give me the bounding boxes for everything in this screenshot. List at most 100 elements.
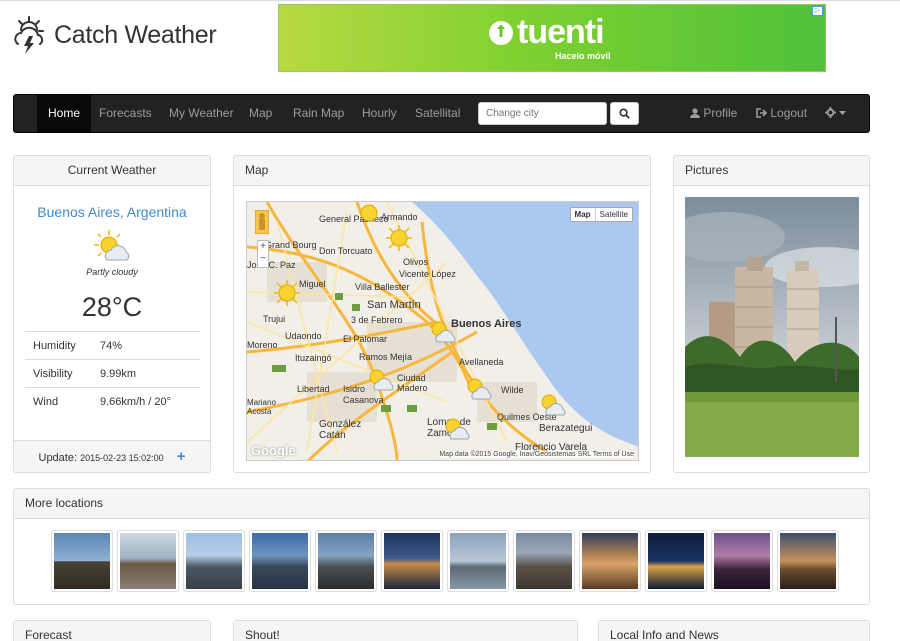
map-place-label: El Palomar (343, 334, 388, 344)
location-thumbnail[interactable] (249, 530, 311, 592)
nav-profile-label: Profile (703, 106, 738, 120)
map-place-label: 3 de Febrero (351, 315, 403, 325)
partly-cloudy-marker-icon[interactable] (537, 390, 569, 418)
google-logo: Google (251, 443, 296, 458)
temperature: 28°C (81, 292, 143, 322)
add-location-icon[interactable]: + (177, 448, 186, 465)
visibility-value: 9.99km (100, 359, 200, 388)
wind-value: 9.66km/h / 20° (100, 387, 200, 416)
forecast-title: Forecast (14, 621, 210, 641)
tuenti-icon: ꝉ (489, 20, 513, 45)
ad-banner[interactable]: ▷ ꝉ tuenti Hacelo móvil (278, 4, 826, 72)
map-place-label: Udaondo (285, 331, 322, 341)
caret-down-icon (839, 111, 847, 115)
map-place-label: Villa Ballester (355, 282, 410, 292)
table-row: Wind 9.66km/h / 20° (25, 387, 200, 416)
update-footer: Update: 2015-02-23 15:02:00 + (14, 440, 210, 472)
zoom-in-button[interactable]: + (258, 241, 268, 253)
humidity-value: 74% (100, 331, 200, 360)
local-info-title: Local Info and News (599, 621, 869, 641)
city-link[interactable]: Buenos Aires, Argentina (14, 204, 210, 220)
update-label: Update: (38, 452, 78, 464)
ad-logo: ꝉ tuenti (489, 13, 605, 52)
map-place-label: José C. Paz (247, 260, 296, 270)
location-thumbnail[interactable] (447, 530, 509, 592)
map-type-control: Map Satellite (569, 207, 633, 222)
main-navbar: Home Forecasts My Weather Map Rain Map H… (13, 94, 870, 133)
user-icon (690, 108, 700, 118)
location-thumbnail[interactable] (711, 530, 773, 592)
map-place-label: Armando (381, 212, 418, 222)
map-place-label: Moreno (247, 340, 278, 350)
local-info-panel: Local Info and News (598, 620, 870, 641)
nav-map[interactable]: Map (238, 95, 283, 132)
nav-home[interactable]: Home (37, 95, 92, 132)
nav-logout[interactable]: Logout (756, 95, 807, 132)
map-city-label: Buenos Aires (451, 318, 522, 330)
location-thumbnail[interactable] (381, 530, 443, 592)
logo-text: Catch Weather (54, 20, 217, 49)
map-place-label: San Martín (367, 299, 421, 311)
city-photo[interactable] (685, 197, 859, 457)
location-thumbnail[interactable] (513, 530, 575, 592)
city-search-input[interactable] (478, 102, 607, 125)
nav-my-weather[interactable]: My Weather (158, 95, 244, 132)
partly-cloudy-marker-icon[interactable] (441, 414, 473, 442)
partly-cloudy-marker-icon[interactable] (365, 365, 397, 393)
partly-cloudy-icon (94, 230, 130, 261)
location-thumbnail[interactable] (51, 530, 113, 592)
gear-icon (825, 107, 836, 118)
logout-icon (756, 108, 768, 118)
shout-panel: Shout! (233, 620, 578, 641)
map-title: Map (234, 156, 650, 186)
ad-choices-icon[interactable]: ▷ (812, 6, 823, 16)
nav-profile[interactable]: Profile (690, 95, 737, 132)
current-weather-panel: Current Weather Buenos Aires, Argentina … (13, 155, 211, 473)
nav-rain-map[interactable]: Rain Map (282, 95, 355, 132)
nav-forecasts[interactable]: Forecasts (88, 95, 163, 132)
location-thumbnail[interactable] (579, 530, 641, 592)
map-place-label: Grand Bourg (265, 240, 317, 250)
nav-logout-label: Logout (770, 106, 808, 120)
weather-details-table: Humidity 74% Visibility 9.99km Wind 9.66… (25, 331, 200, 416)
map-panel: Map General Pacheco Armando Grand Bourg … (233, 155, 651, 473)
table-row: Visibility 9.99km (25, 359, 200, 388)
partly-cloudy-marker-icon[interactable] (463, 374, 495, 402)
search-button[interactable] (610, 102, 639, 125)
visibility-label: Visibility (25, 359, 100, 388)
weather-condition: Partly cloudy (86, 267, 138, 277)
map-place-label: Libertad (297, 384, 330, 394)
ad-brand: tuenti (517, 13, 605, 51)
logo[interactable]: Catch Weather (12, 14, 217, 56)
zoom-out-button[interactable]: − (258, 253, 268, 265)
google-map[interactable]: General Pacheco Armando Grand Bourg Don … (246, 201, 639, 461)
map-place-label: Wilde (501, 385, 524, 395)
location-thumbnail[interactable] (645, 530, 707, 592)
nav-hourly[interactable]: Hourly (351, 95, 408, 132)
search-icon (619, 108, 630, 120)
update-timestamp: 2015-02-23 15:02:00 (80, 453, 164, 463)
sun-marker-icon[interactable] (385, 224, 413, 252)
map-attribution[interactable]: Map data ©2015 Google, Inav/Geosistemas … (439, 451, 634, 458)
location-thumbnail[interactable] (777, 530, 839, 592)
location-thumbnail[interactable] (117, 530, 179, 592)
map-place-label: Olivos (403, 257, 429, 267)
map-type-map-button[interactable]: Map (571, 208, 596, 221)
map-type-satellite-button[interactable]: Satellite (596, 208, 632, 221)
location-thumbnail[interactable] (315, 530, 377, 592)
pictures-panel: Pictures (673, 155, 870, 473)
pictures-title: Pictures (674, 156, 869, 186)
location-thumbnail[interactable] (183, 530, 245, 592)
weather-logo-icon (14, 16, 44, 54)
more-locations-title: More locations (14, 489, 869, 519)
map-place-label: González Catán (319, 419, 362, 441)
settings-dropdown[interactable] (825, 95, 847, 132)
nav-satellital[interactable]: Satellital (404, 95, 471, 132)
sun-marker-icon[interactable] (355, 202, 383, 224)
pegman-icon[interactable] (255, 210, 269, 234)
more-locations-panel: More locations (13, 488, 870, 605)
partly-cloudy-marker-icon[interactable] (427, 317, 459, 345)
sun-marker-icon[interactable] (273, 279, 301, 307)
map-place-label: Don Torcuato (319, 246, 373, 256)
map-place-label: Ramos Mejía (359, 352, 413, 362)
